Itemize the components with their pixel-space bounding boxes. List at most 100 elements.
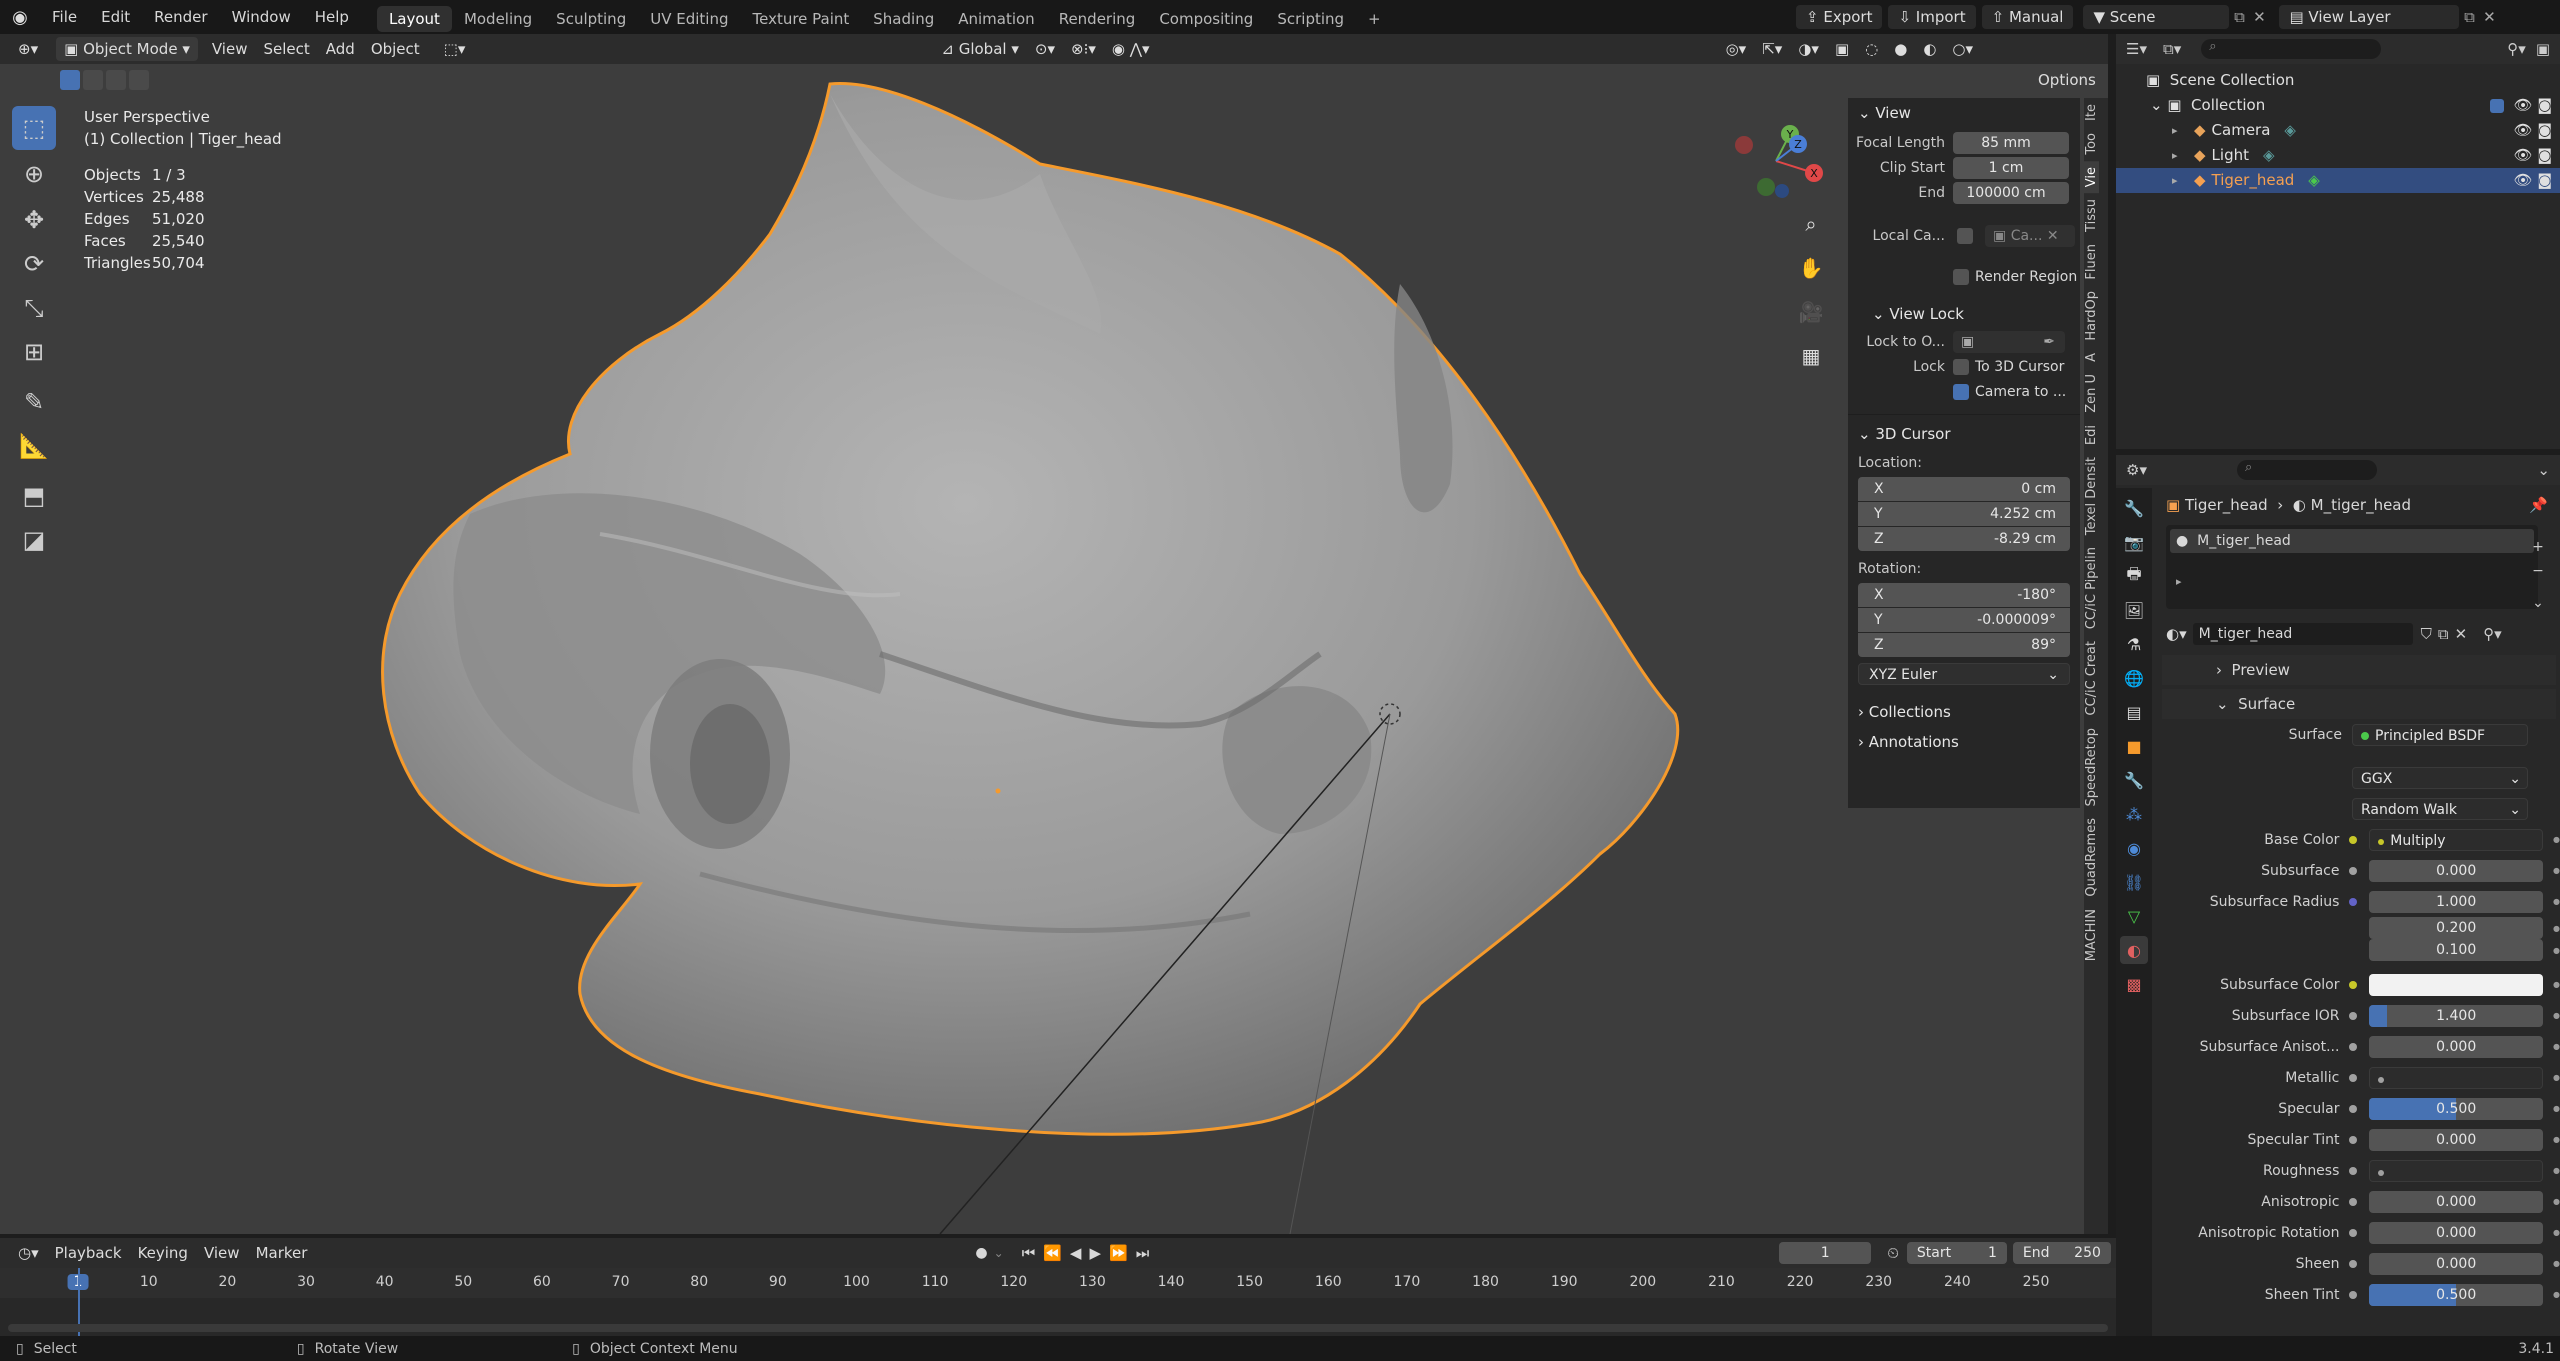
- rotate-tool-icon[interactable]: ⟳: [12, 242, 56, 286]
- material-name-field[interactable]: M_tiger_head: [2192, 623, 2413, 645]
- visibility-icon[interactable]: ◎▾: [1718, 37, 1755, 61]
- transform-tool-icon[interactable]: ⊞: [12, 330, 56, 374]
- constraints-tab-icon[interactable]: ⛓: [2120, 868, 2148, 896]
- camera-view-icon[interactable]: 🎥: [1795, 300, 1827, 344]
- socket-icon[interactable]: [2349, 1166, 2358, 1175]
- pivot-icon[interactable]: ⊙▾: [1027, 37, 1063, 61]
- tool-tab-icon[interactable]: 🔧: [2120, 494, 2148, 522]
- input-field[interactable]: 0.000: [2369, 1190, 2544, 1213]
- proportional-edit-icon[interactable]: ◉ ⋀▾: [1104, 37, 1158, 61]
- timeline-scrollbar[interactable]: [8, 1324, 2108, 1332]
- play-icon[interactable]: ▶: [1089, 1244, 1101, 1262]
- keyframe-dot-icon[interactable]: ●: [2553, 1135, 2560, 1144]
- outliner-item-tiger-head[interactable]: ▸ ◆ Tiger_head ◈ 👁 ◙: [2116, 168, 2560, 193]
- sidebar-tab-13[interactable]: QuadRemes: [2084, 812, 2099, 903]
- remove-slot-icon[interactable]: −: [2526, 559, 2550, 583]
- select-intersect-icon[interactable]: [129, 70, 149, 90]
- texture-tab-icon[interactable]: ▩: [2120, 970, 2148, 998]
- scene-selector[interactable]: ▼ Scene: [2083, 5, 2230, 29]
- input-field[interactable]: Multiply: [2369, 828, 2544, 851]
- eye-icon[interactable]: 👁: [2514, 121, 2533, 139]
- sidebar-tab-9[interactable]: Texel Densit: [2084, 451, 2099, 541]
- select-box-icon[interactable]: ⬚: [12, 106, 56, 150]
- physics-tab-icon[interactable]: ◉: [2120, 834, 2148, 862]
- keyframe-dot-icon[interactable]: ●: [2553, 924, 2560, 933]
- auto-keying-icon[interactable]: ●: [975, 1245, 987, 1261]
- socket-icon[interactable]: [2349, 897, 2358, 906]
- scene-collection-row[interactable]: ▣ Scene Collection: [2116, 68, 2560, 93]
- menu-render[interactable]: Render: [142, 0, 219, 34]
- surface-panel-header[interactable]: ⌄ Surface: [2162, 689, 2556, 719]
- socket-icon[interactable]: [2349, 835, 2358, 844]
- expand-arrow-icon[interactable]: ▸: [2172, 143, 2188, 168]
- cursor-rotation-x-field[interactable]: X -180°: [1858, 583, 2070, 607]
- preview-panel-header[interactable]: › Preview: [2162, 655, 2556, 685]
- jump-start-icon[interactable]: ⏮: [1022, 1244, 1036, 1262]
- select-subtract-icon[interactable]: [106, 70, 126, 90]
- tab-shading[interactable]: Shading: [861, 6, 946, 32]
- expand-arrow-icon[interactable]: ▸: [2172, 168, 2188, 193]
- export-button[interactable]: ⇪ Export: [1796, 5, 1883, 29]
- socket-icon[interactable]: [2349, 1197, 2358, 1206]
- mode-selector[interactable]: ▣ Object Mode ▾: [56, 37, 198, 61]
- input-field[interactable]: 0.000: [2369, 859, 2544, 882]
- tab-layout[interactable]: Layout: [376, 6, 452, 32]
- navigation-gizmo[interactable]: Y X Z: [1726, 116, 1826, 206]
- collections-header[interactable]: › Collections: [1848, 697, 2080, 727]
- jump-end-icon[interactable]: ⏭: [1136, 1244, 1150, 1262]
- world-tab-icon[interactable]: 🌐: [2120, 664, 2148, 692]
- unlink-material-icon[interactable]: ✕: [2455, 625, 2468, 643]
- camera-render-icon[interactable]: ◙: [2537, 96, 2552, 114]
- keyframe-dot-icon[interactable]: ●: [2553, 980, 2560, 989]
- socket-icon[interactable]: [2349, 1135, 2358, 1144]
- duplicate-material-icon[interactable]: ⧉: [2438, 625, 2449, 643]
- keyframe-dot-icon[interactable]: ●: [2553, 835, 2560, 844]
- socket-icon[interactable]: [2349, 980, 2358, 989]
- view-layer-selector[interactable]: ▤ View Layer: [2279, 5, 2460, 29]
- input-field[interactable]: 0.000: [2369, 1035, 2544, 1058]
- eyedropper-icon[interactable]: ✒: [2043, 331, 2055, 353]
- keyframe-dot-icon[interactable]: ●: [2553, 1259, 2560, 1268]
- cursor-location-y-field[interactable]: Y 4.252 cm: [1858, 502, 2070, 526]
- input-field[interactable]: 1.400: [2369, 1004, 2544, 1027]
- view-layer-close-icon[interactable]: ✕: [2479, 8, 2499, 26]
- next-keyframe-icon[interactable]: ⏩: [1109, 1244, 1128, 1262]
- menu-window[interactable]: Window: [220, 0, 303, 34]
- blender-logo-icon[interactable]: ◉: [0, 7, 40, 28]
- shading-wireframe-icon[interactable]: ◌: [1857, 37, 1886, 61]
- sidebar-tab-10[interactable]: CC/iC Pipelin: [2084, 541, 2099, 635]
- sidebar-tab-12[interactable]: SpeedRetop: [2084, 722, 2099, 813]
- menu-help[interactable]: Help: [303, 0, 361, 34]
- keyframe-dot-icon[interactable]: ●: [2553, 946, 2560, 955]
- timeline[interactable]: 1102030405060708090100110120130140150160…: [0, 1268, 2116, 1336]
- collection-tab-icon[interactable]: ▤: [2120, 698, 2148, 726]
- input-field[interactable]: 0.200: [2369, 917, 2544, 939]
- keyframe-dot-icon[interactable]: ●: [2553, 1290, 2560, 1299]
- tab-scripting[interactable]: Scripting: [1265, 6, 1356, 32]
- outliner-item-camera[interactable]: ▸ ◆ Camera ◈ 👁 ◙: [2116, 118, 2560, 143]
- input-field[interactable]: 0.000: [2369, 1221, 2544, 1244]
- annotations-header[interactable]: › Annotations: [1848, 727, 2080, 757]
- scale-tool-icon[interactable]: ⤡: [12, 286, 56, 330]
- menu-file[interactable]: File: [40, 0, 89, 34]
- input-field[interactable]: Tiger_head_Roughness.png: [2369, 1159, 2544, 1182]
- sidebar-tab-3[interactable]: Tissu: [2084, 193, 2099, 238]
- socket-icon[interactable]: [2349, 946, 2357, 954]
- annotate-tool-icon[interactable]: ✎: [12, 380, 56, 424]
- ortho-grid-icon[interactable]: ▦: [1795, 344, 1827, 388]
- properties-editor-type-icon[interactable]: ⚙▾: [2126, 461, 2147, 479]
- keyframe-dot-icon[interactable]: ●: [2553, 866, 2560, 875]
- local-camera-field[interactable]: ▣ Ca... ✕: [1985, 224, 2075, 247]
- measure-tool-icon[interactable]: 📐: [12, 424, 56, 468]
- keying-set-icon[interactable]: ⌄: [994, 1246, 1004, 1260]
- timeline-menu-playback[interactable]: Playback: [47, 1241, 130, 1265]
- keyframe-dot-icon[interactable]: ●: [2553, 1073, 2560, 1082]
- preview-range-icon[interactable]: ⏲: [1887, 1244, 1899, 1262]
- socket-icon[interactable]: [2349, 1259, 2358, 1268]
- frame-ruler[interactable]: 1102030405060708090100110120130140150160…: [0, 1268, 2116, 1298]
- socket-icon[interactable]: [2349, 924, 2357, 932]
- object-tab-icon[interactable]: ■: [2120, 732, 2148, 760]
- timeline-menu-view[interactable]: View: [196, 1241, 248, 1265]
- gizmo-toggle-icon[interactable]: ⇱▾: [1754, 37, 1790, 61]
- view-layer-tab-icon[interactable]: 🖼: [2120, 596, 2148, 624]
